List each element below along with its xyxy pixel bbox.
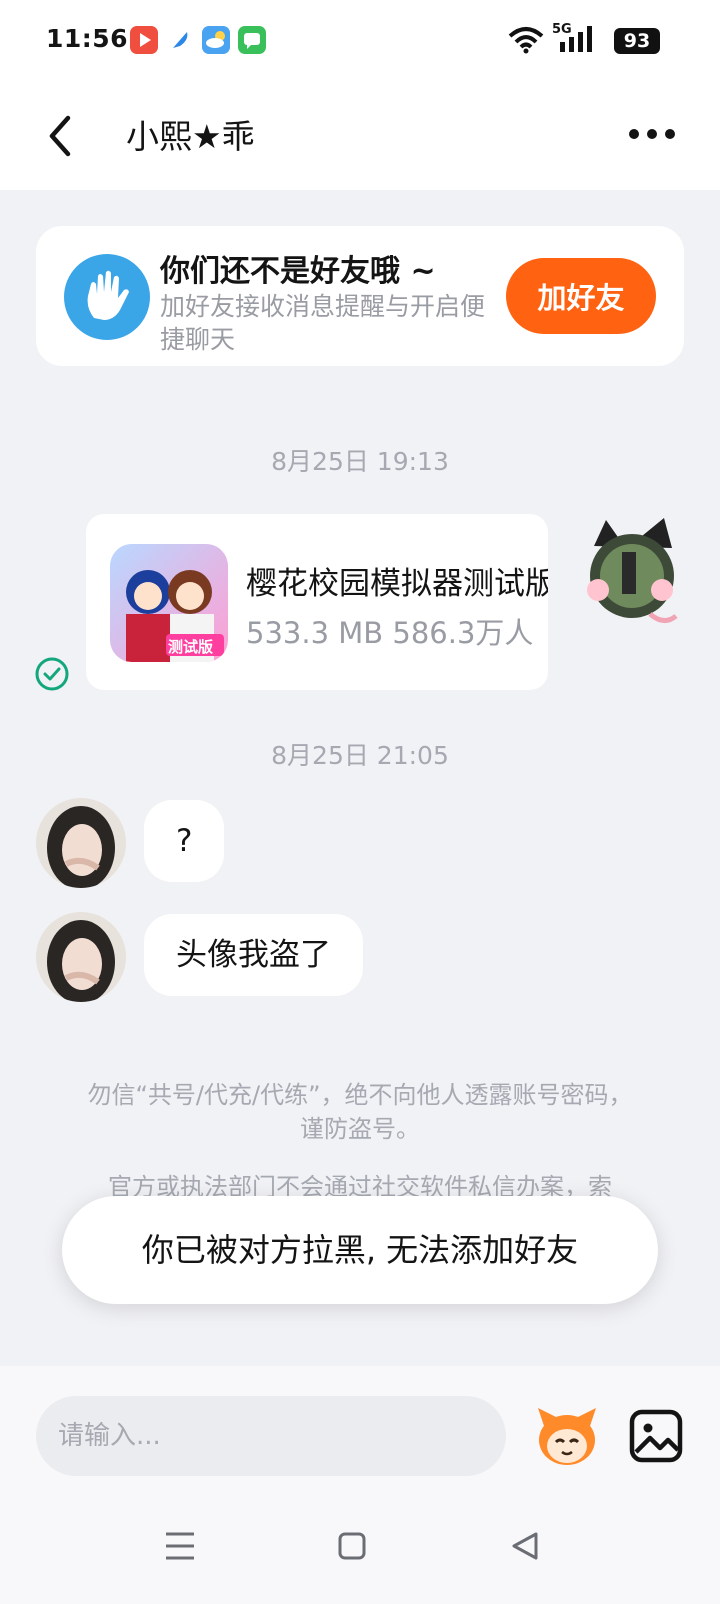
mascot-sticker-icon [538,1408,596,1465]
chat-message-bubble: 头像我盗了 [144,914,363,996]
app-name: 樱花校园模拟器测试版 [246,566,548,602]
sent-check-icon [34,656,70,692]
menu-icon [166,1532,194,1560]
back-triangle-icon [512,1532,538,1560]
message-timestamp: 8月25日 19:13 [271,447,449,476]
contact-avatar[interactable] [36,798,126,888]
contact-avatar[interactable] [36,912,126,1002]
app-share-card[interactable]: 测试版 樱花校园模拟器测试版 533.3 MB 586.3万人 [86,514,548,690]
signal-strength-icon [560,26,592,52]
chat-message-bubble: ? [144,800,225,882]
message-input[interactable]: 请输入... [36,1396,506,1476]
home-square-icon [338,1532,366,1560]
nav-home-button[interactable] [330,1524,374,1568]
add-friend-button[interactable]: 加好友 [506,258,656,334]
more-options-button[interactable] [628,116,678,152]
sticker-button[interactable] [532,1402,602,1470]
chat-header: 小熙★乖 [0,82,720,190]
feather-app-notification-icon [166,26,194,54]
friend-request-banner: 你们还不是好友哦 ~ 加好友接收消息提醒与开启便捷聊天 加好友 [36,226,684,366]
security-notice: 勿信“共号/代充/代练”，绝不向他人透露账号密码，谨防盗号。 [87,1081,633,1143]
weather-notification-icon [202,26,230,54]
status-bar: 11:56 5G 93 [0,0,720,82]
blocked-toast: 你已被对方拉黑, 无法添加好友 [62,1196,658,1304]
chevron-left-icon [49,115,71,157]
nav-menu-button[interactable] [158,1524,202,1568]
nav-back-button[interactable] [504,1524,548,1568]
app-size-downloads: 533.3 MB 586.3万人 [246,616,534,650]
image-picker-button[interactable] [626,1406,686,1466]
status-time: 11:56 [46,24,129,53]
app-thumbnail: 测试版 [110,544,228,662]
message-timestamp: 8月25日 21:05 [271,741,449,770]
chat-title: 小熙★乖 [126,117,255,156]
system-navigation-bar [0,1488,720,1604]
more-dots-icon [629,129,675,139]
hand-wave-icon [64,254,150,340]
app-beta-badge: 测试版 [168,638,214,656]
video-app-notification-icon [130,26,158,54]
friend-prompt-title: 你们还不是好友哦 ~ [160,254,436,289]
battery-level: 93 [614,28,660,54]
my-avatar[interactable] [580,516,680,628]
back-button[interactable] [36,104,88,168]
wifi-icon [508,27,544,54]
friend-prompt-subtitle: 加好友接收消息提醒与开启便捷聊天 [160,292,486,354]
image-icon [629,1409,683,1463]
message-app-notification-icon [238,26,266,54]
